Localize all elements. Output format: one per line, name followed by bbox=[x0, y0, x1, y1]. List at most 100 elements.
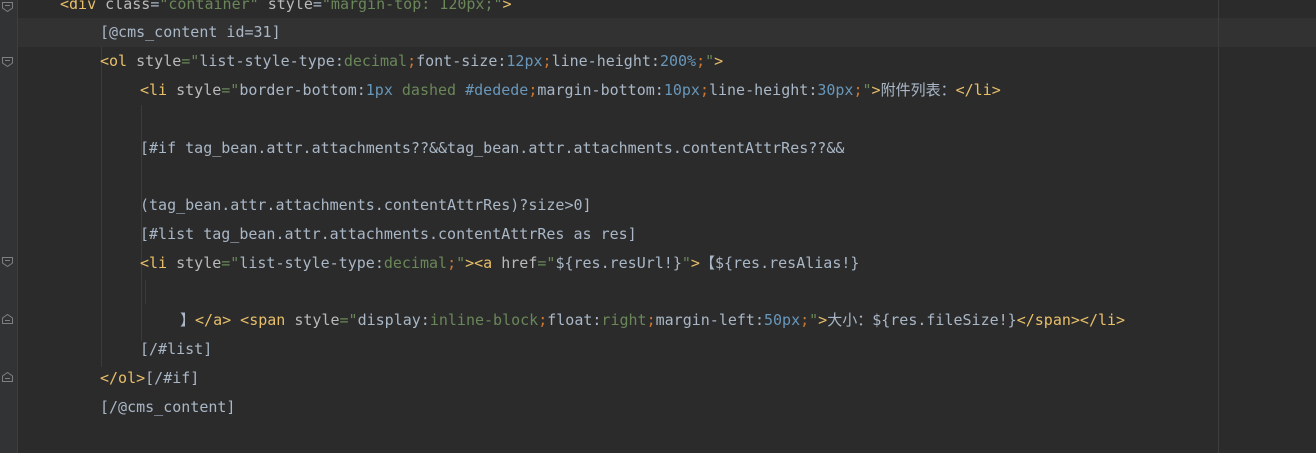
code-token: right bbox=[601, 311, 647, 329]
code-token: : bbox=[334, 52, 344, 70]
code-token: =" bbox=[181, 52, 200, 70]
code-line[interactable]: <li style="border-bottom:1px dashed #ded… bbox=[140, 76, 1001, 105]
code-token: <a bbox=[474, 254, 502, 272]
code-token: > bbox=[714, 52, 724, 70]
code-token: ; bbox=[646, 311, 656, 329]
code-token: : bbox=[420, 311, 430, 329]
right-margin-guide bbox=[1218, 0, 1219, 453]
code-token: 】 bbox=[180, 311, 196, 329]
code-token: style bbox=[267, 0, 313, 13]
code-token: 30px bbox=[817, 81, 854, 99]
code-token: list-style-type bbox=[199, 52, 335, 70]
code-token: 1px bbox=[365, 81, 393, 99]
code-line[interactable]: [/@cms_content] bbox=[100, 393, 235, 422]
code-token: = bbox=[150, 0, 160, 13]
code-line[interactable]: (tag_bean.attr.attachments.contentAttrRe… bbox=[140, 191, 592, 220]
fold-collapse-icon[interactable] bbox=[2, 57, 13, 67]
code-token: <li bbox=[140, 254, 177, 272]
code-token: [#if tag_bean.attr.attachments??&&tag_be… bbox=[140, 139, 845, 157]
code-token: ; bbox=[699, 81, 709, 99]
code-token: " bbox=[681, 254, 691, 272]
fold-collapse-icon[interactable] bbox=[2, 2, 13, 12]
code-token: : bbox=[654, 81, 664, 99]
code-token: margin-left bbox=[655, 311, 755, 329]
code-token: [/#list] bbox=[140, 340, 213, 358]
code-token: </ol> bbox=[100, 369, 146, 387]
code-editor[interactable]: <div class="container" style="margin-top… bbox=[0, 0, 1316, 453]
code-token: =" bbox=[221, 254, 240, 272]
code-token: ; bbox=[542, 52, 552, 70]
code-token: line-height bbox=[551, 52, 651, 70]
code-token: 10px bbox=[663, 81, 700, 99]
code-token: ; bbox=[800, 311, 810, 329]
indent-guide bbox=[145, 280, 146, 304]
code-token: <li bbox=[140, 81, 177, 99]
code-token: display bbox=[357, 311, 421, 329]
code-line[interactable]: <li style="list-style-type:decimal;"><a … bbox=[140, 249, 859, 278]
code-token: border-bottom bbox=[239, 81, 357, 99]
code-token: float bbox=[547, 311, 593, 329]
code-token: style bbox=[136, 52, 182, 70]
code-line[interactable]: [#list tag_bean.attr.attachments.content… bbox=[140, 220, 637, 249]
code-line[interactable]: </ol>[/#if] bbox=[100, 364, 199, 393]
fold-end-icon[interactable] bbox=[2, 372, 13, 382]
code-token: > bbox=[502, 0, 512, 13]
code-token: 200% bbox=[659, 52, 697, 70]
code-token: href bbox=[501, 254, 538, 272]
code-token: (tag_bean.attr.attachments.contentAttrRe… bbox=[140, 196, 592, 214]
code-token: =" bbox=[339, 311, 358, 329]
code-token: = bbox=[312, 0, 322, 13]
code-token: decimal bbox=[343, 52, 408, 70]
code-token: " bbox=[456, 254, 466, 272]
code-token: =" bbox=[221, 81, 240, 99]
fold-end-icon[interactable] bbox=[2, 314, 13, 324]
code-token: > bbox=[871, 81, 881, 99]
fold-collapse-icon[interactable] bbox=[2, 257, 13, 267]
code-token: 大小：${res.fileSize!} bbox=[827, 311, 1017, 329]
code-line[interactable]: 】</a> <span style="display:inline-block;… bbox=[180, 306, 1125, 335]
code-token: : bbox=[808, 81, 818, 99]
code-line[interactable]: [/#list] bbox=[140, 335, 212, 364]
code-line[interactable]: [@cms_content id=31] bbox=[100, 18, 281, 47]
code-token: =" bbox=[537, 254, 556, 272]
code-line[interactable]: [#if tag_bean.attr.attachments??&&tag_be… bbox=[140, 134, 844, 163]
code-token: " bbox=[705, 52, 715, 70]
code-token: inline-block bbox=[429, 311, 539, 329]
code-token: > bbox=[465, 254, 475, 272]
code-token: : bbox=[374, 254, 384, 272]
code-token: " bbox=[862, 81, 872, 99]
code-token: <span bbox=[240, 311, 295, 329]
code-token: font-size bbox=[416, 52, 498, 70]
code-token: style bbox=[294, 311, 340, 329]
code-token: 50px bbox=[763, 311, 801, 329]
code-token: : bbox=[650, 52, 660, 70]
code-line[interactable]: <ol style="list-style-type:decimal;font-… bbox=[100, 47, 723, 76]
code-token: <ol bbox=[100, 52, 137, 70]
code-token: 12px bbox=[506, 52, 543, 70]
code-token: ; bbox=[853, 81, 863, 99]
code-token: ; bbox=[407, 52, 417, 70]
code-token: </span> bbox=[1016, 311, 1080, 329]
code-token: decimal bbox=[383, 254, 448, 272]
code-token: line-height bbox=[708, 81, 809, 99]
indent-guide bbox=[101, 47, 102, 367]
code-token: dashed bbox=[392, 81, 466, 99]
code-token: [@cms_content id=31] bbox=[100, 23, 281, 41]
code-token: > bbox=[690, 254, 700, 272]
code-token: " bbox=[809, 311, 819, 329]
code-token: "container" bbox=[159, 0, 259, 13]
code-token: </a> bbox=[195, 311, 232, 329]
code-token: </li> bbox=[955, 81, 1001, 99]
code-token: margin-bottom bbox=[537, 81, 655, 99]
code-token: > bbox=[818, 311, 828, 329]
code-token: 【${res.resAlias!} bbox=[699, 254, 860, 272]
code-token: #dedede bbox=[465, 81, 529, 99]
code-token: [#list tag_bean.attr.attachments.content… bbox=[140, 225, 637, 243]
code-token: [/@cms_content] bbox=[100, 398, 236, 416]
code-token: : bbox=[754, 311, 764, 329]
code-token: </li> bbox=[1079, 311, 1126, 329]
code-line[interactable]: <div class="container" style="margin-top… bbox=[60, 0, 512, 19]
code-token: list-style-type bbox=[239, 254, 375, 272]
code-token: ; bbox=[696, 52, 706, 70]
